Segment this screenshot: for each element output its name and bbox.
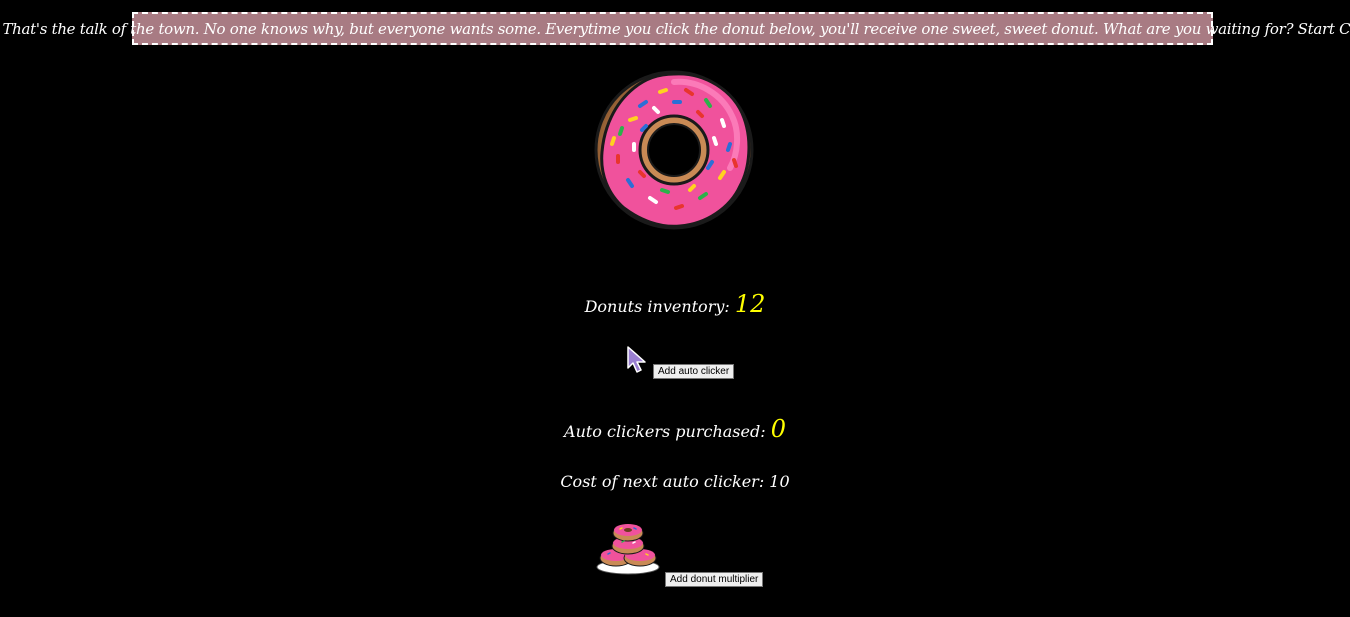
- add-auto-clicker-button[interactable]: Add auto clicker: [653, 364, 735, 379]
- inventory-count: 12: [734, 290, 766, 318]
- inventory-row: Donuts inventory: 12: [0, 290, 1350, 318]
- auto-clickers-label: Auto clickers purchased:: [564, 422, 766, 441]
- donut-click-button[interactable]: [594, 68, 754, 232]
- cost-row: Cost of next auto clicker: 10: [0, 472, 1350, 491]
- intro-text: Donuts! That's the talk of the town. No …: [0, 19, 1350, 38]
- donut-stack-icon: [596, 520, 662, 576]
- add-donut-multiplier-button[interactable]: Add donut multiplier: [665, 572, 764, 587]
- pointer-cursor-icon: [626, 346, 648, 374]
- auto-clickers-count: 0: [770, 415, 786, 443]
- inventory-label: Donuts inventory:: [584, 297, 730, 316]
- intro-banner: Donuts! That's the talk of the town. No …: [0, 12, 1350, 45]
- auto-clickers-row: Auto clickers purchased: 0: [0, 415, 1350, 443]
- cost-label: Cost of next auto clicker: 10: [560, 472, 790, 491]
- donut-icon: [594, 70, 754, 230]
